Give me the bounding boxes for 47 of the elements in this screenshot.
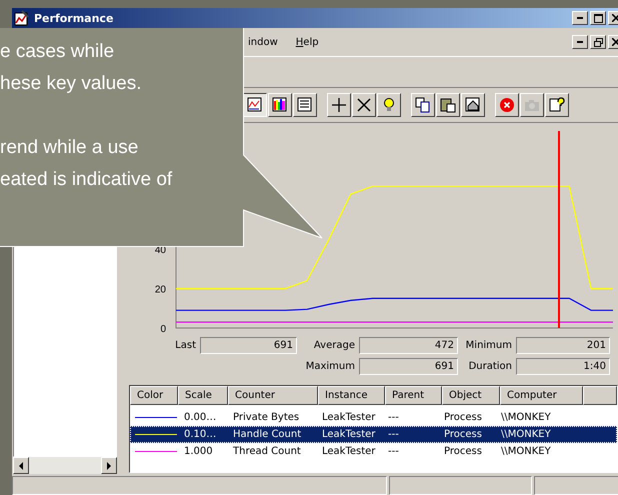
table-cell-text: 1.000 <box>183 446 214 457</box>
stat-label: Maximum <box>304 361 355 372</box>
table-cell-text: LeakTester <box>321 429 376 440</box>
column-header[interactable]: Parent <box>385 386 442 405</box>
table-cell-text: \\MONKEY <box>500 412 552 423</box>
stat-value: 472 <box>359 337 458 354</box>
column-header[interactable]: Color <box>130 386 178 405</box>
callout-text: rend while a use <box>0 136 138 160</box>
stat-value: 691 <box>359 358 458 375</box>
table-cell-text: LeakTester <box>321 446 376 457</box>
column-header[interactable]: Scale <box>178 386 228 405</box>
stat-label: Minimum <box>464 340 512 351</box>
callout-text: eated is indicative of <box>0 168 172 192</box>
legend-row[interactable]: 0.10… Handle Count LeakTester --- Process \\MONKEY <box>130 426 617 443</box>
table-cell-text: LeakTester <box>321 412 376 423</box>
column-header[interactable]: Instance <box>318 386 385 405</box>
table-cell-text: \\MONKEY <box>500 446 552 457</box>
stat-value: 201 <box>516 337 610 354</box>
table-cell-text: --- <box>387 429 400 440</box>
stat-value: 1:40 <box>516 358 610 375</box>
window-title: Performance <box>34 12 114 24</box>
table-cell-text: Process <box>443 446 483 457</box>
legend-row[interactable]: 0.00… Private Bytes LeakTester --- Process \\MONKEY <box>130 409 617 426</box>
stat-label: Average <box>312 340 355 351</box>
table-cell-text: Process <box>443 429 483 440</box>
table-cell-text: 0.00… <box>183 412 218 423</box>
table-cell-text: \\MONKEY <box>500 429 552 440</box>
axis-tick-label: 20 <box>154 284 166 296</box>
table-cell-text: 0.10… <box>183 429 218 440</box>
legend-row[interactable]: 1.000 Thread Count LeakTester --- Process \\MONKEY <box>130 443 617 460</box>
column-header[interactable]: Computer <box>500 386 583 405</box>
menu-item[interactable]: indow <box>248 36 278 48</box>
table-cell-text: Thread Count <box>232 446 302 457</box>
column-header[interactable]: Object <box>442 386 500 405</box>
table-cell-text: --- <box>387 446 400 457</box>
stat-label: Duration <box>468 361 512 372</box>
column-header[interactable]: Counter <box>228 386 318 405</box>
table-cell-text: --- <box>387 412 400 423</box>
table-cell-text: Process <box>443 412 483 423</box>
stat-value: 691 <box>200 337 297 354</box>
axis-tick-label: 0 <box>160 324 166 335</box>
table-cell-text: Private Bytes <box>232 412 300 423</box>
stat-label: Last <box>174 340 196 351</box>
callout-text: e cases while <box>0 40 114 64</box>
menu-item[interactable]: Help <box>296 36 319 48</box>
table-cell-text: Handle Count <box>232 429 302 440</box>
callout-text: hese key values. <box>0 72 142 96</box>
